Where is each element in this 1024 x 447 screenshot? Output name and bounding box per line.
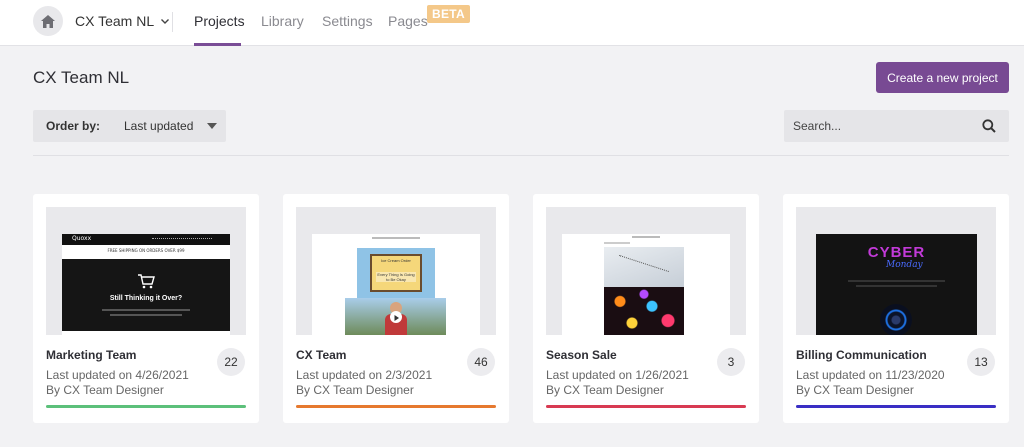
create-project-button[interactable]: Create a new project xyxy=(876,62,1009,93)
item-count-badge: 46 xyxy=(467,348,495,376)
project-updated: Last updated on 2/3/2021 xyxy=(296,368,433,382)
team-name: CX Team NL xyxy=(75,13,155,29)
order-by-value: Last updated xyxy=(124,119,194,133)
project-color-bar xyxy=(46,405,246,408)
team-switcher[interactable]: CX Team NL xyxy=(75,13,170,29)
sign-top: Ice Cream Order xyxy=(381,258,411,263)
project-color-bar xyxy=(796,405,996,408)
project-thumbnail: Quoxx FREE SHIPPING ON ORDERS OVER $99 S… xyxy=(46,207,246,335)
top-nav: CX Team NL Projects Library Settings Pag… xyxy=(0,0,1024,46)
project-updated: Last updated on 4/26/2021 xyxy=(46,368,189,382)
email-preview: CYBER Monday xyxy=(816,234,977,335)
project-thumbnail: Ice Cream Order Every Thing Is Going to … xyxy=(296,207,496,335)
search-box xyxy=(784,110,1009,142)
section-divider xyxy=(33,155,1009,156)
search-icon[interactable] xyxy=(982,119,996,133)
project-author: By CX Team Designer xyxy=(296,383,414,397)
email-headline: Still Thinking it Over? xyxy=(109,295,183,302)
project-updated: Last updated on 11/23/2020 xyxy=(796,368,945,382)
project-name: CX Team xyxy=(296,348,347,362)
order-by-select[interactable]: Order by: Last updated xyxy=(33,110,226,142)
chevron-down-icon xyxy=(161,19,170,24)
play-icon xyxy=(394,315,399,321)
email-preview: Quoxx FREE SHIPPING ON ORDERS OVER $99 S… xyxy=(62,234,230,335)
project-color-bar xyxy=(546,405,746,408)
project-card-cx-team[interactable]: Ice Cream Order Every Thing Is Going to … xyxy=(283,194,509,423)
lights-image xyxy=(604,287,684,335)
tab-projects[interactable]: Projects xyxy=(194,13,245,29)
free-shipping-banner: FREE SHIPPING ON ORDERS OVER $99 xyxy=(107,248,185,253)
item-count-badge: 3 xyxy=(717,348,745,376)
caret-down-icon xyxy=(207,123,217,129)
tab-library[interactable]: Library xyxy=(261,13,304,29)
order-by-label: Order by: xyxy=(46,119,101,133)
cyber-title: CYBER xyxy=(867,244,926,261)
project-thumbnail xyxy=(546,207,746,335)
project-thumbnail: CYBER Monday xyxy=(796,207,996,335)
search-input[interactable] xyxy=(784,110,974,142)
email-preview xyxy=(562,234,730,335)
video-thumbnail xyxy=(345,298,446,335)
project-name: Billing Communication xyxy=(796,348,927,362)
active-tab-indicator xyxy=(194,43,241,46)
play-button[interactable] xyxy=(390,311,402,323)
nav-divider xyxy=(172,12,173,32)
project-name: Marketing Team xyxy=(46,348,137,362)
project-card-marketing-team[interactable]: Quoxx FREE SHIPPING ON ORDERS OVER $99 S… xyxy=(33,194,259,423)
project-card-billing-communication[interactable]: CYBER Monday Billing Communication Last … xyxy=(783,194,1009,423)
item-count-badge: 22 xyxy=(217,348,245,376)
home-icon xyxy=(41,14,55,28)
beta-badge: BETA xyxy=(427,5,470,23)
project-color-bar xyxy=(296,405,496,408)
project-author: By CX Team Designer xyxy=(546,383,664,397)
project-updated: Last updated on 1/26/2021 xyxy=(546,368,689,382)
brand-name: Quoxx xyxy=(72,235,92,242)
home-button[interactable] xyxy=(33,6,63,36)
tab-pages[interactable]: Pages xyxy=(388,13,428,29)
page-title: CX Team NL xyxy=(33,68,130,87)
cart-icon xyxy=(138,274,155,289)
email-preview: Ice Cream Order Every Thing Is Going to … xyxy=(312,234,480,335)
project-name: Season Sale xyxy=(546,348,617,362)
tab-settings[interactable]: Settings xyxy=(322,13,373,29)
project-author: By CX Team Designer xyxy=(796,383,914,397)
sign-bottom: Every Thing Is Going to Be Okay xyxy=(376,272,416,282)
snow-image xyxy=(604,247,684,287)
monday-title: Monday xyxy=(886,260,923,270)
lens-image xyxy=(880,304,912,335)
project-card-season-sale[interactable]: Season Sale Last updated on 1/26/2021 By… xyxy=(533,194,759,423)
item-count-badge: 13 xyxy=(967,348,995,376)
project-author: By CX Team Designer xyxy=(46,383,164,397)
